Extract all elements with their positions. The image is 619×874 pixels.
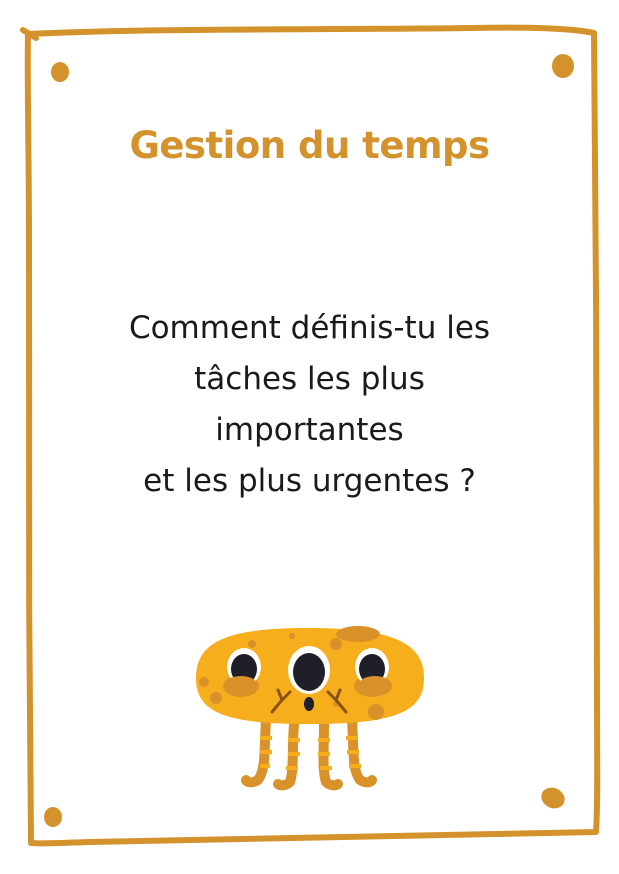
corner-dot-bottom-left [44,807,62,827]
card-title: Gestion du temps [129,124,490,167]
question-text: Comment définis-tu les tâches les plus i… [40,303,579,507]
question-line: tâches les plus [194,361,425,397]
question-line: importantes [215,412,404,448]
question-line: Comment définis-tu les [128,310,491,346]
monster-mouth [304,697,314,711]
card: Gestion du temps Comment définis-tu les … [0,0,619,874]
question-line: et les plus urgentes ? [143,463,476,499]
corner-dot-top-right [552,54,574,78]
monster-eyes [224,646,392,696]
corner-dot-bottom-right [541,787,565,809]
monster-legs [241,715,377,791]
three-eyed-yellow-monster-icon [196,626,424,791]
corner-dot-top-left [51,62,69,82]
